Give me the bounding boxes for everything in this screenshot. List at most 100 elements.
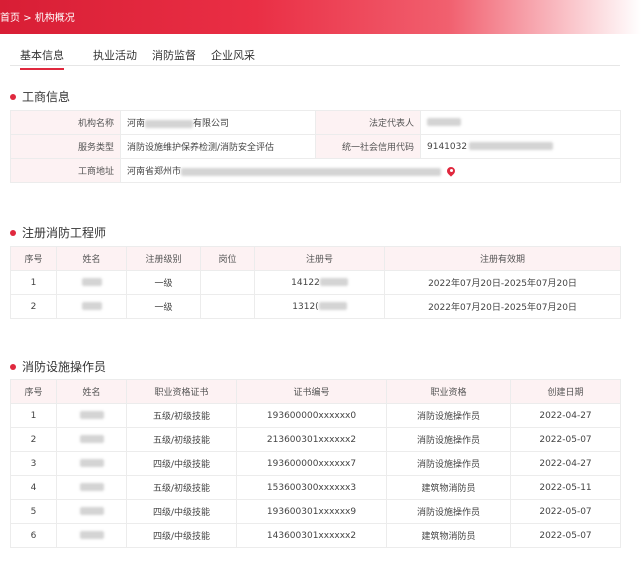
row-number: 5 [10, 499, 57, 524]
engineers-table: 序号 姓名 注册级别 岗位 注册号 注册有效期 1 一级 14122 2022年… [10, 246, 621, 319]
row-number: 2 [10, 294, 57, 319]
date-cell: 2022-05-07 [510, 499, 621, 524]
row-number: 6 [10, 523, 57, 548]
top-banner: 首页 > 机构概况 [0, 0, 641, 34]
table-row: 服务类型 消防设施维护保养检测/消防安全评估 统一社会信用代码 9141032 [10, 134, 621, 159]
legal-rep-value [420, 110, 621, 135]
cert-cell: 四级/中级技能 [126, 451, 237, 476]
qualification-cell: 消防设施操作员 [386, 403, 511, 428]
post-cell [200, 294, 255, 319]
name-cell [56, 270, 127, 295]
breadcrumb: 首页 > 机构概况 [0, 9, 75, 24]
tab-practice-activity[interactable]: 执业活动 [93, 47, 137, 63]
table-row: 1 一级 14122 2022年07月20日-2025年07月20日 [10, 270, 621, 295]
col-header: 注册有效期 [384, 246, 621, 271]
location-pin-icon[interactable] [447, 167, 455, 176]
service-type-value: 消防设施维护保养检测/消防安全评估 [120, 134, 316, 159]
label-legal-rep: 法定代表人 [315, 110, 421, 135]
table-row: 6 四级/中级技能 143600301xxxxxx2 建筑物消防员 2022-0… [10, 523, 621, 548]
table-row: 工商地址 河南省郑州市 [10, 158, 621, 183]
cert-number-cell: 143600301xxxxxx2 [236, 523, 387, 548]
cert-number-cell: 213600301xxxxxx2 [236, 427, 387, 452]
org-name-value: 河南 有限公司 [120, 110, 316, 135]
date-cell: 2022-05-07 [510, 427, 621, 452]
name-cell [56, 451, 127, 476]
row-number: 3 [10, 451, 57, 476]
row-number: 1 [10, 270, 57, 295]
level-cell: 一级 [126, 270, 201, 295]
col-header: 注册号 [254, 246, 385, 271]
date-cell: 2022-04-27 [510, 403, 621, 428]
col-header: 职业资格 [386, 379, 511, 404]
label-service-type: 服务类型 [10, 134, 121, 159]
row-number: 1 [10, 403, 57, 428]
bullet-dot-icon [10, 93, 16, 100]
table-row: 5 四级/中级技能 193600301xxxxxx9 消防设施操作员 2022-… [10, 499, 621, 524]
table-row: 4 五级/初级技能 153600300xxxxxx3 建筑物消防员 2022-0… [10, 475, 621, 500]
col-header: 证书编号 [236, 379, 387, 404]
col-header: 创建日期 [510, 379, 621, 404]
post-cell [200, 270, 255, 295]
breadcrumb-current: 机构概况 [34, 13, 75, 24]
col-header: 姓名 [56, 379, 127, 404]
tab-fire-supervision[interactable]: 消防监督 [152, 47, 196, 63]
qualification-cell: 消防设施操作员 [386, 427, 511, 452]
bullet-dot-icon [10, 363, 16, 370]
name-cell [56, 294, 127, 319]
cert-cell: 四级/中级技能 [126, 523, 237, 548]
name-cell [56, 427, 127, 452]
business-info-title: 工商信息 [10, 88, 70, 105]
col-header: 姓名 [56, 246, 127, 271]
name-cell [56, 523, 127, 548]
name-cell [56, 403, 127, 428]
cert-number-cell: 193600301xxxxxx9 [236, 499, 387, 524]
cert-number-cell: 193600000xxxxxx0 [236, 403, 387, 428]
table-row: 机构名称 河南 有限公司 法定代表人 [10, 110, 621, 135]
cert-cell: 五级/初级技能 [126, 403, 237, 428]
col-header: 序号 [10, 379, 57, 404]
table-row: 2 一级 1312( 2022年07月20日-2025年07月20日 [10, 294, 621, 319]
col-header: 职业资格证书 [126, 379, 237, 404]
col-header: 序号 [10, 246, 57, 271]
row-number: 4 [10, 475, 57, 500]
breadcrumb-separator: > [23, 13, 32, 24]
table-row: 1 五级/初级技能 193600000xxxxxx0 消防设施操作员 2022-… [10, 403, 621, 428]
col-header: 岗位 [200, 246, 255, 271]
name-cell [56, 475, 127, 500]
tab-company-style[interactable]: 企业风采 [211, 47, 255, 63]
credit-code-value: 9141032 [420, 134, 621, 159]
cert-cell: 五级/初级技能 [126, 427, 237, 452]
label-address: 工商地址 [10, 158, 121, 183]
table-row: 3 四级/中级技能 193600000xxxxxx7 消防设施操作员 2022-… [10, 451, 621, 476]
col-header: 注册级别 [126, 246, 201, 271]
reg-number-cell: 14122 [254, 270, 385, 295]
label-org-name: 机构名称 [10, 110, 121, 135]
engineers-title: 注册消防工程师 [10, 224, 106, 241]
table-header-row: 序号 姓名 职业资格证书 证书编号 职业资格 创建日期 [10, 379, 621, 404]
bullet-dot-icon [10, 229, 16, 236]
qualification-cell: 消防设施操作员 [386, 499, 511, 524]
date-cell: 2022-04-27 [510, 451, 621, 476]
validity-cell: 2022年07月20日-2025年07月20日 [384, 294, 621, 319]
qualification-cell: 消防设施操作员 [386, 451, 511, 476]
table-header-row: 序号 姓名 注册级别 岗位 注册号 注册有效期 [10, 246, 621, 271]
level-cell: 一级 [126, 294, 201, 319]
tab-basic-info[interactable]: 基本信息 [20, 47, 64, 70]
cert-number-cell: 153600300xxxxxx3 [236, 475, 387, 500]
row-number: 2 [10, 427, 57, 452]
date-cell: 2022-05-07 [510, 523, 621, 548]
cert-cell: 四级/中级技能 [126, 499, 237, 524]
breadcrumb-home[interactable]: 首页 [0, 13, 20, 24]
cert-number-cell: 193600000xxxxxx7 [236, 451, 387, 476]
operators-title: 消防设施操作员 [10, 358, 106, 375]
date-cell: 2022-05-11 [510, 475, 621, 500]
reg-number-cell: 1312( [254, 294, 385, 319]
operators-table: 序号 姓名 职业资格证书 证书编号 职业资格 创建日期 1 五级/初级技能 19… [10, 379, 621, 548]
qualification-cell: 建筑物消防员 [386, 523, 511, 548]
table-row: 2 五级/初级技能 213600301xxxxxx2 消防设施操作员 2022-… [10, 427, 621, 452]
tab-bar: 基本信息 执业活动 消防监督 企业风采 [10, 42, 620, 70]
name-cell [56, 499, 127, 524]
validity-cell: 2022年07月20日-2025年07月20日 [384, 270, 621, 295]
label-credit-code: 统一社会信用代码 [315, 134, 421, 159]
qualification-cell: 建筑物消防员 [386, 475, 511, 500]
